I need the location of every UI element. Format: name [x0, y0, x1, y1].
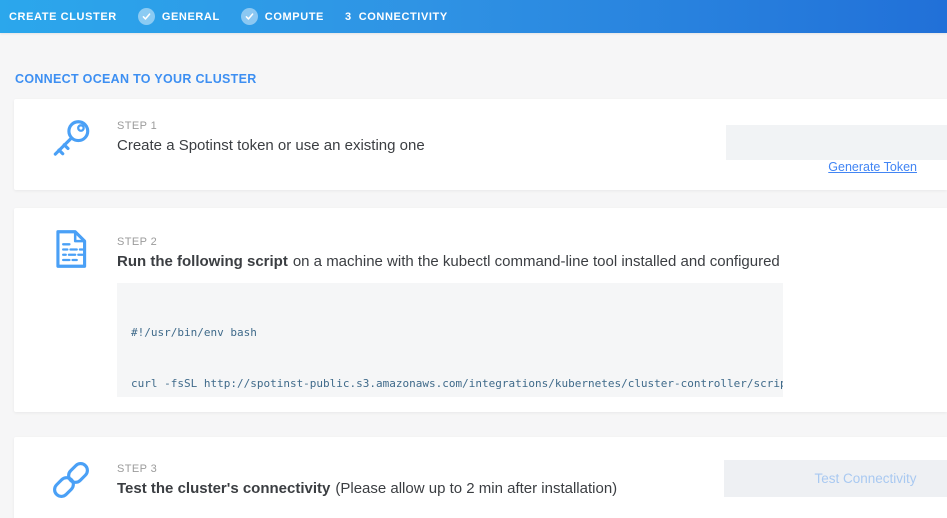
step2-text: STEP 2 Run the following script on a mach… [117, 236, 780, 270]
wizard-title: CREATE CLUSTER [9, 11, 117, 23]
script-shebang-line: #!/usr/bin/env bash [131, 324, 769, 341]
step1-card: STEP 1 Create a Spotinst token or use an… [14, 99, 947, 190]
wizard-step-connectivity[interactable]: 3 CONNECTIVITY [345, 11, 448, 23]
check-icon [241, 8, 258, 25]
generate-token-link[interactable]: Generate Token [828, 160, 917, 174]
check-icon [138, 8, 155, 25]
step3-card: STEP 3 Test the cluster's connectivity (P… [14, 437, 947, 518]
token-input[interactable] [726, 125, 947, 160]
step3-label: STEP 3 [117, 463, 617, 475]
script-icon [48, 226, 94, 277]
step1-text: STEP 1 Create a Spotinst token or use an… [117, 120, 425, 154]
install-script-code-block: #!/usr/bin/env bash curl -fsSL http://sp… [117, 283, 783, 397]
step1-label: STEP 1 [117, 120, 425, 132]
create-cluster-page: CREATE CLUSTER GENERAL COMPUTE 3 CONNECT… [0, 0, 947, 518]
key-icon [48, 116, 94, 167]
wizard-step-label: COMPUTE [265, 11, 324, 23]
wizard-step-general[interactable]: GENERAL [138, 8, 220, 25]
step3-title-bold: Test the cluster's connectivity [117, 480, 330, 497]
test-connectivity-button[interactable]: Test Connectivity [724, 460, 947, 497]
step2-title: Run the following script on a machine wit… [117, 253, 780, 270]
wizard-header: CREATE CLUSTER GENERAL COMPUTE 3 CONNECT… [0, 0, 947, 33]
step2-label: STEP 2 [117, 236, 780, 248]
link-icon [48, 457, 94, 508]
step3-text: STEP 3 Test the cluster's connectivity (P… [117, 463, 617, 497]
wizard-step-number: 3 [345, 11, 352, 23]
step3-title-rest: (Please allow up to 2 min after installa… [335, 480, 617, 497]
step3-title: Test the cluster's connectivity (Please a… [117, 480, 617, 497]
wizard-step-label: CONNECTIVITY [359, 11, 448, 23]
script-curl-line: curl -fsSL http://spotinst-public.s3.ama… [131, 375, 769, 392]
step2-title-rest: on a machine with the kubectl command-li… [293, 253, 780, 270]
step1-title: Create a Spotinst token or use an existi… [117, 137, 425, 154]
page-title: CONNECT OCEAN TO YOUR CLUSTER [15, 72, 257, 86]
step2-card: STEP 2 Run the following script on a mach… [14, 208, 947, 412]
wizard-step-label: GENERAL [162, 11, 220, 23]
step2-title-bold: Run the following script [117, 253, 288, 270]
wizard-step-compute[interactable]: COMPUTE [241, 8, 324, 25]
